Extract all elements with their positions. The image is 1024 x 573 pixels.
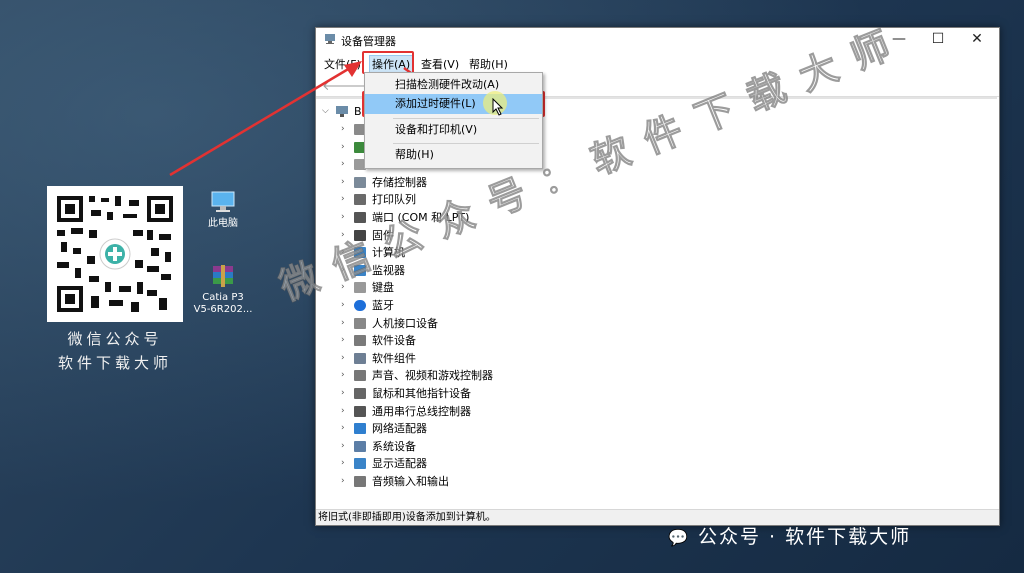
menu-separator [393, 143, 539, 144]
mouse-pointer-icon [492, 98, 504, 116]
action-dropdown-menu: 扫描检测硬件改动(A) 添加过时硬件(L) 设备和打印机(V) 帮助(H) [364, 72, 543, 169]
wechat-icon: 💬 [668, 528, 690, 547]
menu-item-scan-hardware[interactable]: 扫描检测硬件改动(A) [365, 75, 542, 95]
menu-item-add-legacy-hardware[interactable]: 添加过时硬件(L) [365, 94, 542, 114]
menu-item-label: 扫描检测硬件改动(A) [395, 78, 500, 91]
menu-separator [393, 118, 539, 119]
menu-item-devices-printers[interactable]: 设备和打印机(V) [365, 120, 542, 140]
menu-item-label: 帮助(H) [395, 148, 434, 161]
menu-item-label: 添加过时硬件(L) [395, 97, 476, 110]
menu-item-label: 设备和打印机(V) [395, 123, 478, 136]
bottom-watermark-text: 公众号 · 软件下载大师 [697, 526, 912, 548]
bottom-watermark: 💬 公众号 · 软件下载大师 [668, 522, 911, 549]
